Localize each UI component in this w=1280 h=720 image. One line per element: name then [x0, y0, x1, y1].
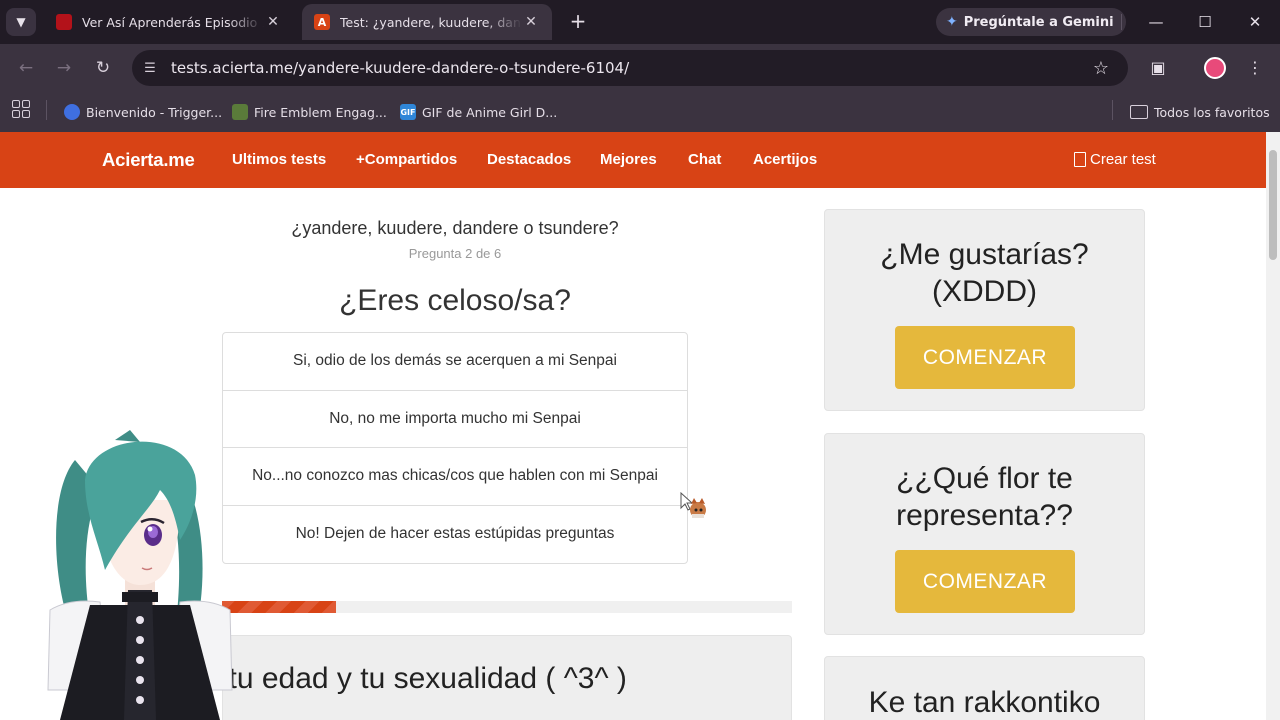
card-title-line: Ke tan rakkontiko [868, 686, 1101, 719]
nav-mejores[interactable]: Mejores [600, 151, 657, 168]
browser-toolbar: ← → ↻ ☰ tests.acierta.me/yandere-kuudere… [0, 44, 1280, 92]
nav-compartidos[interactable]: +Compartidos [356, 151, 457, 168]
sidebar-card: ¿¿Qué flor te representa?? COMENZAR [824, 433, 1145, 635]
answer-option[interactable]: No! Dejen de hacer estas estúpidas pregu… [223, 506, 687, 564]
create-test-label: Crear test [1090, 151, 1156, 168]
youtube-favicon-icon [56, 14, 72, 30]
bookmark-item[interactable]: Fire Emblem Engag... [232, 101, 387, 123]
bookmark-label: Bienvenido - Trigger... [86, 104, 223, 120]
bookmark-item[interactable]: GIF GIF de Anime Girl D... [400, 101, 557, 123]
cursor-sprite-icon [680, 492, 706, 518]
close-icon[interactable]: ✕ [264, 14, 282, 30]
divider [1112, 100, 1113, 120]
tab-active[interactable]: A Test: ¿yandere, kuudere, dandere o tsu… [302, 4, 552, 40]
back-icon[interactable]: ← [14, 56, 38, 80]
question-text: ¿Eres celoso/sa? [339, 284, 571, 317]
site-info-icon[interactable]: ☰ [137, 55, 163, 81]
nav-destacados[interactable]: Destacados [487, 151, 571, 168]
close-icon[interactable]: ✕ [522, 14, 540, 30]
scrollbar-thumb[interactable] [1269, 150, 1277, 260]
bookmark-label: GIF de Anime Girl D... [422, 104, 558, 120]
bookmark-favicon-icon [232, 104, 248, 120]
divider [46, 100, 47, 120]
forward-icon[interactable]: → [52, 56, 76, 80]
tab-title: Ver Así Aprenderás Episodio 10 [82, 14, 264, 30]
folder-icon [1130, 105, 1148, 119]
question-counter: Pregunta 2 de 6 [408, 246, 502, 261]
vtuber-avatar [47, 430, 233, 720]
answer-option[interactable]: No...no conozco mas chicas/cos que hable… [223, 448, 687, 506]
document-icon [1074, 152, 1086, 167]
tab-title: Test: ¿yandere, kuudere, dandere o tsund… [340, 14, 522, 30]
nav-ultimos-tests[interactable]: Ultimos tests [232, 151, 326, 168]
tab-inactive[interactable]: Ver Así Aprenderás Episodio 10 ✕ [44, 4, 294, 40]
tab-search-button[interactable]: ▼ [6, 8, 36, 36]
nav-acertijos[interactable]: Acertijos [753, 151, 817, 168]
card-title-line: (XDDD) [932, 275, 1037, 308]
site-navbar: Acierta.me Ultimos tests +Compartidos De… [0, 132, 1266, 188]
extensions-icon[interactable]: ▣ [1146, 56, 1170, 80]
acierta-favicon-icon: A [314, 14, 330, 30]
close-window-icon[interactable]: ✕ [1243, 10, 1267, 34]
bookmark-item[interactable]: Bienvenido - Trigger... [64, 101, 222, 123]
gemini-label: Pregúntale a Gemini [963, 14, 1114, 30]
answer-option[interactable]: Si, odio de los demás se acerquen a mi S… [223, 333, 687, 391]
card-title-line: ¿Me gustarías? [880, 238, 1089, 271]
sidebar-card: ¿Me gustarías? (XDDD) COMENZAR [824, 209, 1145, 411]
page-scrollbar[interactable] [1266, 132, 1280, 720]
tab-strip: ▼ Ver Así Aprenderás Episodio 10 ✕ A Tes… [0, 0, 1280, 44]
answer-option[interactable]: No, no me importa mucho mi Senpai [223, 391, 687, 448]
maximize-icon[interactable]: ☐ [1193, 10, 1217, 34]
gif-favicon-icon: GIF [400, 104, 416, 120]
gemini-sparkle-icon: ✦ [946, 14, 958, 30]
gemini-button[interactable]: ✦ Pregúntale a Gemini [936, 8, 1126, 36]
bookmark-favicon-icon [64, 104, 80, 120]
minimize-icon[interactable]: — [1144, 10, 1168, 34]
nav-chat[interactable]: Chat [688, 151, 721, 168]
chevron-down-icon: ▼ [16, 15, 26, 29]
menu-icon[interactable]: ⋮ [1243, 56, 1267, 80]
address-bar[interactable]: ☰ tests.acierta.me/yandere-kuudere-dande… [132, 50, 1128, 86]
card-title-line: representa?? [896, 499, 1073, 532]
answer-list: Si, odio de los demás se acerquen a mi S… [222, 332, 688, 564]
sidebar-card: Ke tan rakkontiko [824, 656, 1145, 720]
all-bookmarks[interactable]: Todos los favoritos [1130, 101, 1270, 123]
profile-avatar[interactable] [1204, 57, 1226, 79]
start-button[interactable]: COMENZAR [895, 326, 1075, 389]
create-test-link[interactable]: Crear test [1074, 151, 1156, 168]
card-title-line: ¿¿Qué flor te [896, 462, 1073, 495]
new-tab-button[interactable]: + [566, 10, 590, 34]
apps-grid-icon[interactable] [12, 100, 30, 118]
quiz-title: ¿yandere, kuudere, dandere o tsundere? [291, 218, 619, 238]
url-text[interactable]: tests.acierta.me/yandere-kuudere-dandere… [171, 59, 1086, 77]
start-button[interactable]: COMENZAR [895, 550, 1075, 613]
reload-icon[interactable]: ↻ [91, 56, 115, 80]
site-logo[interactable]: Acierta.me [102, 149, 195, 171]
bookmark-star-icon[interactable]: ☆ [1086, 58, 1116, 79]
all-bookmarks-label: Todos los favoritos [1154, 104, 1270, 120]
quiz-progress-bar [222, 601, 792, 613]
bookmarks-bar: Bienvenido - Trigger... Fire Emblem Enga… [0, 92, 1280, 132]
bookmark-label: Fire Emblem Engag... [254, 104, 387, 120]
divider [1121, 14, 1122, 30]
